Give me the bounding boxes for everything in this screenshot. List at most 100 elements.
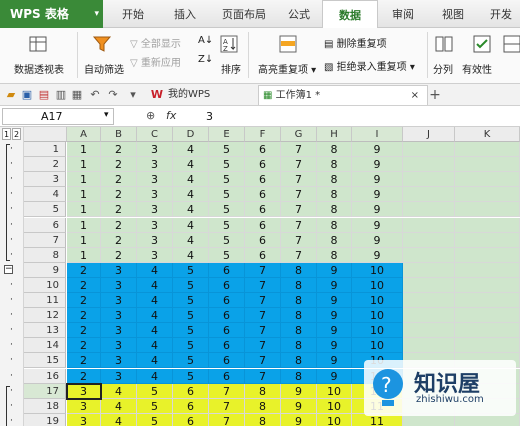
redo-icon[interactable]: ↷ [106, 88, 120, 102]
table-cell[interactable]: 5 [137, 383, 173, 399]
row-header[interactable]: 6 [24, 217, 66, 233]
table-cell[interactable]: 3 [101, 353, 137, 369]
row-header[interactable]: 13 [24, 323, 66, 339]
table-cell[interactable]: 9 [317, 277, 352, 293]
formula-input[interactable]: 3 [206, 110, 213, 123]
table-cell[interactable]: 9 [352, 172, 403, 188]
table-cell[interactable] [455, 323, 520, 339]
table-cell[interactable]: 3 [137, 172, 173, 188]
table-cell[interactable]: 9 [317, 262, 352, 278]
table-cell[interactable]: 2 [67, 368, 101, 384]
table-cell[interactable]: 9 [281, 398, 317, 414]
table-cell[interactable] [403, 323, 455, 339]
show-all-button[interactable]: ▽ 全部显示 [130, 35, 181, 50]
table-cell[interactable]: 2 [101, 202, 137, 218]
table-cell[interactable] [403, 293, 455, 308]
table-cell[interactable]: 2 [101, 217, 137, 233]
table-cell[interactable]: 3 [137, 202, 173, 218]
table-cell[interactable] [403, 157, 455, 173]
row-header[interactable]: 8 [24, 247, 66, 263]
table-cell[interactable]: 7 [281, 157, 317, 173]
table-cell[interactable]: 7 [245, 368, 281, 384]
table-cell[interactable]: 10 [317, 413, 352, 426]
tab-workbook1[interactable]: ▦ 工作簿1 * × [258, 85, 428, 105]
table-cell[interactable]: 7 [245, 293, 281, 308]
table-cell[interactable] [455, 293, 520, 308]
sort-desc-button[interactable]: Z↓ [198, 54, 213, 65]
table-cell[interactable]: 8 [245, 383, 281, 399]
table-cell[interactable]: 4 [173, 247, 209, 263]
table-cell[interactable]: 1 [67, 142, 101, 157]
table-cell[interactable]: 3 [67, 398, 101, 414]
table-cell[interactable]: 7 [245, 353, 281, 369]
table-cell[interactable]: 7 [281, 142, 317, 157]
table-cell[interactable] [455, 172, 520, 188]
table-cell[interactable]: 6 [245, 202, 281, 218]
table-cell[interactable]: 5 [173, 277, 209, 293]
table-cell[interactable]: 1 [67, 247, 101, 263]
row-header[interactable]: 9 [24, 262, 66, 278]
table-cell[interactable]: 1 [67, 157, 101, 173]
table-cell[interactable]: 8 [317, 217, 352, 233]
table-cell[interactable]: 3 [101, 338, 137, 354]
table-cell[interactable]: 7 [281, 232, 317, 248]
table-cell[interactable]: 10 [352, 277, 403, 293]
table-cell[interactable]: 9 [352, 187, 403, 203]
table-cell[interactable]: 8 [281, 277, 317, 293]
table-cell[interactable]: 8 [317, 202, 352, 218]
table-cell[interactable]: 4 [137, 353, 173, 369]
table-cell[interactable]: 5 [173, 308, 209, 324]
select-all-corner[interactable] [24, 127, 67, 142]
table-cell[interactable]: 6 [209, 293, 245, 308]
table-cell[interactable]: 5 [173, 262, 209, 278]
row-header[interactable]: 4 [24, 187, 66, 203]
table-cell[interactable]: 7 [245, 338, 281, 354]
row-header[interactable]: 14 [24, 338, 66, 354]
column-header-e[interactable]: E [209, 127, 245, 142]
table-cell[interactable] [455, 157, 520, 173]
table-cell[interactable]: 7 [209, 383, 245, 399]
table-cell[interactable]: 3 [137, 217, 173, 233]
name-box[interactable]: A17 [2, 108, 114, 125]
row-header[interactable]: 12 [24, 308, 66, 324]
table-cell[interactable]: 2 [67, 293, 101, 308]
table-cell[interactable]: 5 [209, 202, 245, 218]
table-cell[interactable] [403, 232, 455, 248]
outline-level-2-button[interactable]: 2 [12, 128, 21, 140]
table-cell[interactable]: 8 [317, 187, 352, 203]
table-cell[interactable]: 2 [101, 232, 137, 248]
table-cell[interactable]: 8 [317, 142, 352, 157]
row-header[interactable]: 1 [24, 142, 66, 157]
table-cell[interactable]: 5 [209, 232, 245, 248]
table-cell[interactable]: 6 [173, 383, 209, 399]
table-cell[interactable]: 4 [137, 262, 173, 278]
row-header[interactable]: 2 [24, 157, 66, 173]
table-cell[interactable]: 4 [137, 308, 173, 324]
table-cell[interactable]: 5 [209, 187, 245, 203]
table-cell[interactable]: 4 [173, 172, 209, 188]
table-cell[interactable] [403, 142, 455, 157]
table-cell[interactable]: 10 [352, 308, 403, 324]
table-cell[interactable] [403, 187, 455, 203]
column-header-a[interactable]: A [67, 127, 101, 142]
table-cell[interactable]: 4 [173, 142, 209, 157]
row-header[interactable]: 5 [24, 202, 66, 218]
table-cell[interactable]: 8 [245, 413, 281, 426]
table-cell[interactable]: 4 [137, 293, 173, 308]
dropdown-icon[interactable]: ▾ [126, 88, 140, 102]
table-cell[interactable]: 9 [317, 308, 352, 324]
table-cell[interactable]: 5 [209, 172, 245, 188]
table-cell[interactable]: 8 [317, 232, 352, 248]
table-cell[interactable]: 9 [281, 383, 317, 399]
tab-formula[interactable]: 公式 [288, 0, 318, 28]
table-cell[interactable]: 2 [67, 277, 101, 293]
row-header[interactable]: 10 [24, 277, 66, 293]
export-pdf-icon[interactable]: ▤ [37, 88, 51, 102]
table-cell[interactable]: 7 [245, 308, 281, 324]
table-cell[interactable]: 7 [245, 277, 281, 293]
table-cell[interactable] [403, 247, 455, 263]
table-cell[interactable]: 9 [352, 232, 403, 248]
open-folder-icon[interactable]: ▰ [4, 88, 18, 102]
table-cell[interactable]: 7 [245, 262, 281, 278]
table-cell[interactable]: 3 [137, 157, 173, 173]
